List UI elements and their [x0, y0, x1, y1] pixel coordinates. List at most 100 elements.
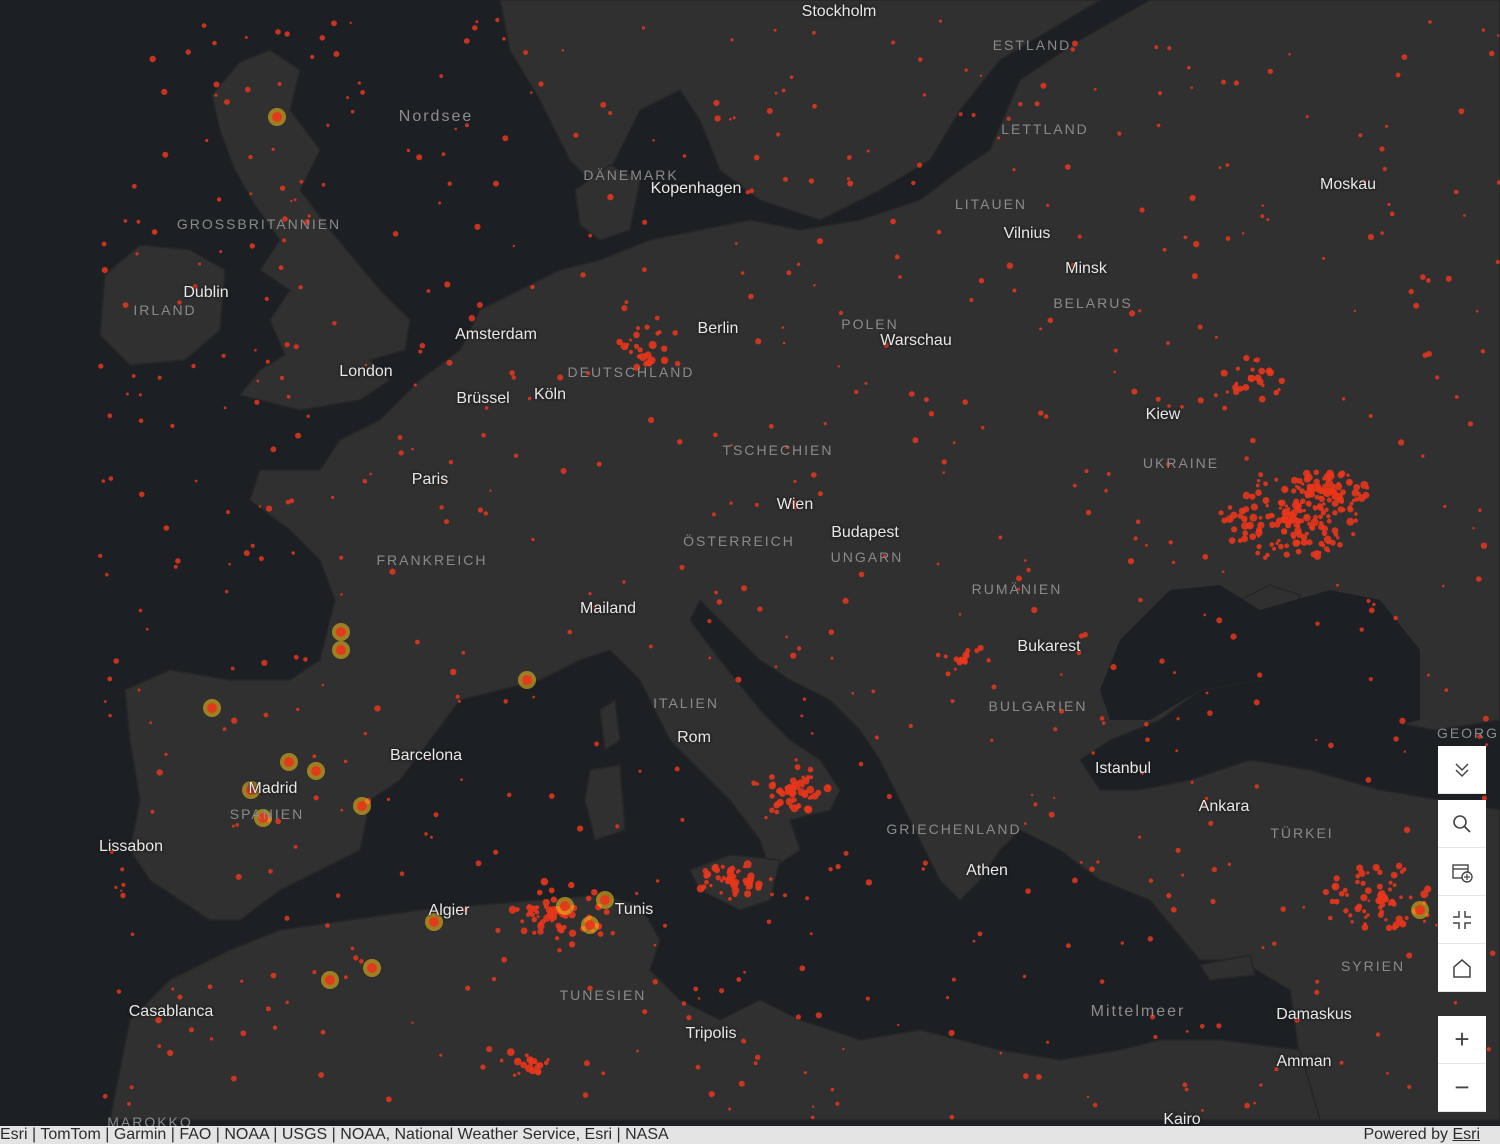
event-marker[interactable] [964, 68, 968, 72]
event-marker[interactable] [278, 265, 284, 271]
event-marker[interactable] [1314, 494, 1320, 500]
event-marker[interactable] [531, 916, 537, 923]
event-marker[interactable] [495, 17, 500, 23]
event-marker[interactable] [295, 432, 302, 439]
event-marker[interactable] [1356, 864, 1364, 872]
event-marker[interactable] [1295, 518, 1302, 525]
event-marker[interactable] [935, 652, 941, 658]
event-marker[interactable] [1367, 233, 1374, 241]
event-marker[interactable] [1304, 490, 1310, 496]
event-marker[interactable] [277, 81, 282, 87]
event-marker[interactable] [1039, 327, 1043, 331]
event-marker[interactable] [475, 860, 482, 867]
event-marker[interactable] [978, 278, 985, 284]
event-marker[interactable] [1332, 510, 1338, 516]
event-marker[interactable] [261, 659, 268, 667]
event-marker[interactable] [1346, 517, 1355, 526]
event-marker[interactable] [335, 893, 341, 898]
event-marker[interactable] [866, 149, 870, 153]
event-marker[interactable] [156, 769, 163, 776]
event-marker[interactable] [1495, 260, 1500, 264]
event-marker[interactable] [1079, 861, 1083, 864]
event-marker[interactable] [1349, 501, 1354, 506]
event-marker[interactable] [724, 877, 727, 881]
event-marker[interactable] [397, 435, 403, 440]
event-marker[interactable] [1099, 716, 1105, 721]
collapse-button[interactable] [1438, 746, 1486, 794]
event-marker[interactable] [1399, 920, 1407, 928]
event-marker[interactable] [350, 109, 355, 114]
event-marker[interactable] [583, 1060, 590, 1067]
event-marker[interactable] [1303, 513, 1311, 522]
event-marker[interactable] [1261, 383, 1265, 388]
event-marker[interactable] [1453, 189, 1459, 195]
event-marker[interactable] [657, 330, 662, 335]
event-marker[interactable] [1383, 896, 1390, 903]
event-marker[interactable] [548, 887, 555, 894]
event-marker[interactable] [704, 870, 712, 878]
event-marker[interactable] [809, 794, 814, 800]
event-marker[interactable] [1312, 505, 1317, 510]
event-marker[interactable] [325, 923, 330, 928]
event-marker[interactable] [766, 108, 773, 114]
event-marker[interactable] [795, 1014, 802, 1020]
event-marker[interactable] [103, 700, 107, 703]
event-marker[interactable] [633, 331, 640, 339]
event-marker[interactable] [249, 192, 253, 196]
event-marker[interactable] [374, 705, 381, 712]
event-marker[interactable] [638, 769, 642, 773]
event-marker[interactable] [483, 511, 488, 516]
event-marker[interactable] [633, 343, 640, 349]
event-marker[interactable] [1401, 54, 1408, 60]
event-marker[interactable] [810, 732, 814, 735]
event-marker[interactable] [1262, 497, 1270, 504]
event-marker[interactable] [194, 479, 198, 483]
event-marker[interactable] [1085, 509, 1092, 516]
event-marker[interactable] [1490, 950, 1496, 956]
event-marker[interactable] [1284, 504, 1289, 508]
event-marker[interactable] [1339, 1060, 1344, 1065]
event-marker[interactable] [764, 815, 768, 820]
event-marker[interactable] [98, 553, 103, 559]
event-marker[interactable] [1221, 570, 1225, 573]
event-marker[interactable] [1315, 487, 1321, 493]
event-marker[interactable] [1326, 518, 1332, 524]
event-marker[interactable] [1475, 309, 1479, 313]
event-marker[interactable] [1227, 505, 1233, 510]
event-marker[interactable] [385, 1096, 392, 1103]
event-marker[interactable] [1362, 909, 1367, 914]
event-marker[interactable] [597, 931, 604, 937]
event-marker[interactable] [1159, 658, 1165, 664]
event-marker[interactable] [331, 495, 335, 499]
event-marker[interactable] [491, 976, 497, 982]
event-marker[interactable] [433, 812, 439, 818]
event-marker[interactable] [1171, 560, 1176, 565]
event-marker[interactable] [1218, 166, 1222, 170]
event-marker[interactable] [864, 381, 868, 385]
event-marker[interactable] [476, 302, 483, 308]
event-marker[interactable] [185, 49, 191, 55]
event-marker[interactable] [1113, 348, 1118, 353]
event-marker[interactable] [755, 884, 762, 891]
event-marker[interactable] [1139, 207, 1145, 213]
event-marker[interactable] [596, 461, 602, 467]
event-marker[interactable] [1366, 871, 1370, 875]
event-marker[interactable] [1269, 521, 1276, 529]
event-marker[interactable] [1120, 941, 1125, 945]
event-marker[interactable] [1265, 504, 1269, 508]
event-marker[interactable] [1250, 437, 1256, 444]
event-marker[interactable] [1420, 890, 1429, 899]
event-marker[interactable] [749, 188, 754, 194]
event-marker[interactable] [585, 895, 592, 902]
event-marker[interactable] [1408, 288, 1414, 295]
event-marker[interactable] [438, 201, 442, 205]
event-marker[interactable] [594, 741, 599, 747]
event-marker[interactable] [1148, 878, 1154, 883]
event-marker[interactable] [830, 1087, 835, 1092]
event-marker[interactable] [755, 1054, 761, 1061]
event-marker[interactable] [1329, 539, 1336, 546]
event-marker[interactable] [732, 116, 736, 120]
event-marker[interactable] [1249, 533, 1257, 540]
event-marker[interactable] [1368, 414, 1373, 418]
event-marker[interactable] [291, 551, 296, 555]
